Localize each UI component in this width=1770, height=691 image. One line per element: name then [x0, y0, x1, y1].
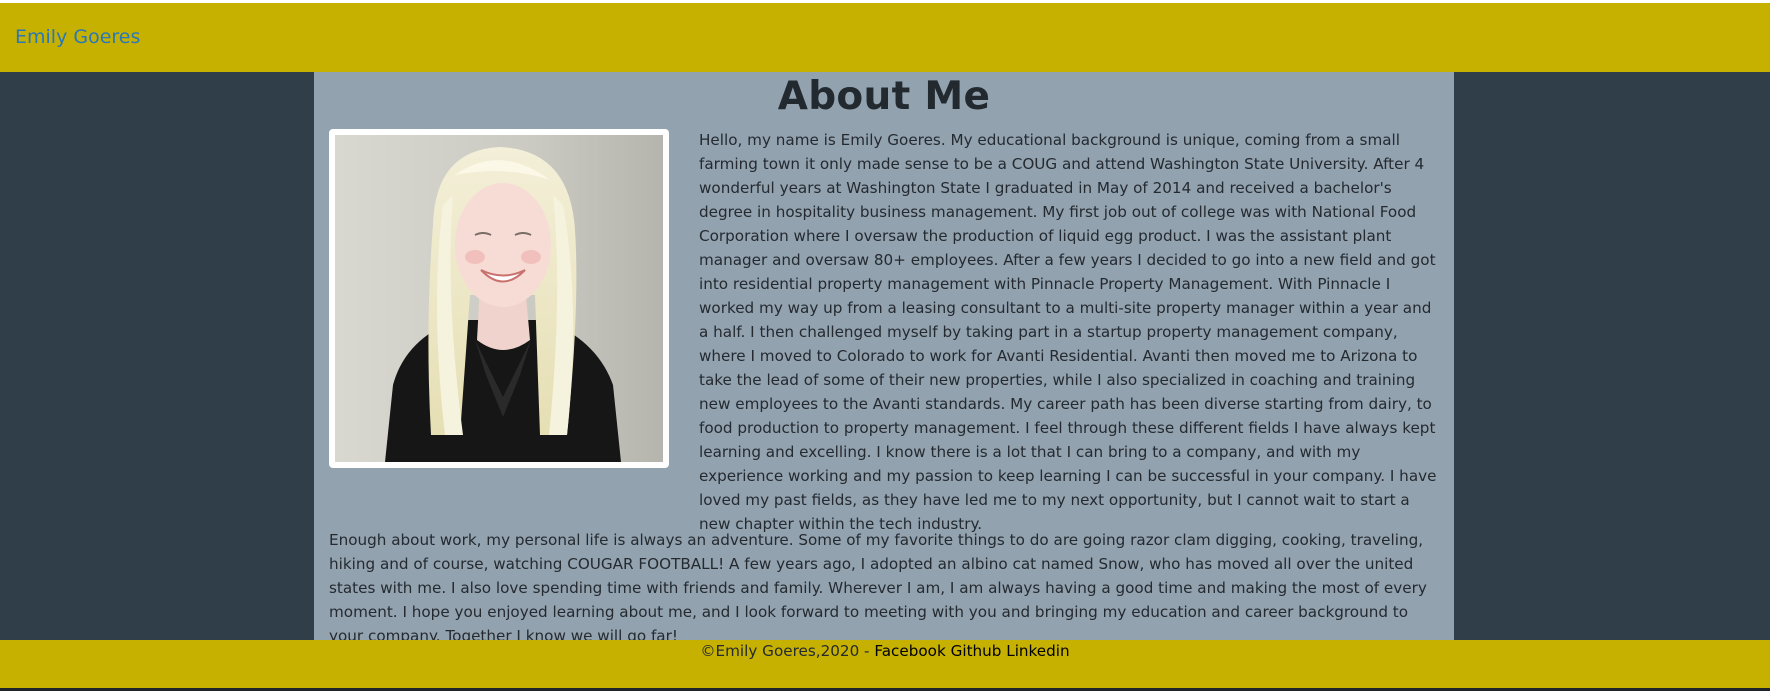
page: Emily Goeres About Me Hello, my name is … — [0, 0, 1770, 691]
navbar: Emily Goeres — [0, 3, 1770, 72]
about-paragraph-personal: Enough about work, my personal life is a… — [329, 531, 1427, 645]
linkedin-link[interactable]: Linkedin — [1006, 642, 1069, 660]
page-title: About Me — [777, 74, 991, 119]
footer-text: ©Emily Goeres,2020 - Facebook Github Lin… — [0, 640, 1770, 660]
about-section: About Me Hello, my name is Emily Goeres.… — [314, 72, 1454, 645]
footer: ©Emily Goeres,2020 - Facebook Github Lin… — [0, 640, 1770, 688]
profile-photo — [335, 135, 663, 462]
facebook-link[interactable]: Facebook — [874, 642, 945, 660]
github-link[interactable]: Github — [951, 642, 1002, 660]
profile-photo-frame — [329, 129, 669, 468]
about-paragraph-career: Hello, my name is Emily Goeres. My educa… — [699, 131, 1437, 533]
footer-copyright: ©Emily Goeres,2020 - — [700, 642, 875, 660]
brand-link[interactable]: Emily Goeres — [15, 26, 140, 48]
portrait-photo-icon — [335, 135, 663, 462]
